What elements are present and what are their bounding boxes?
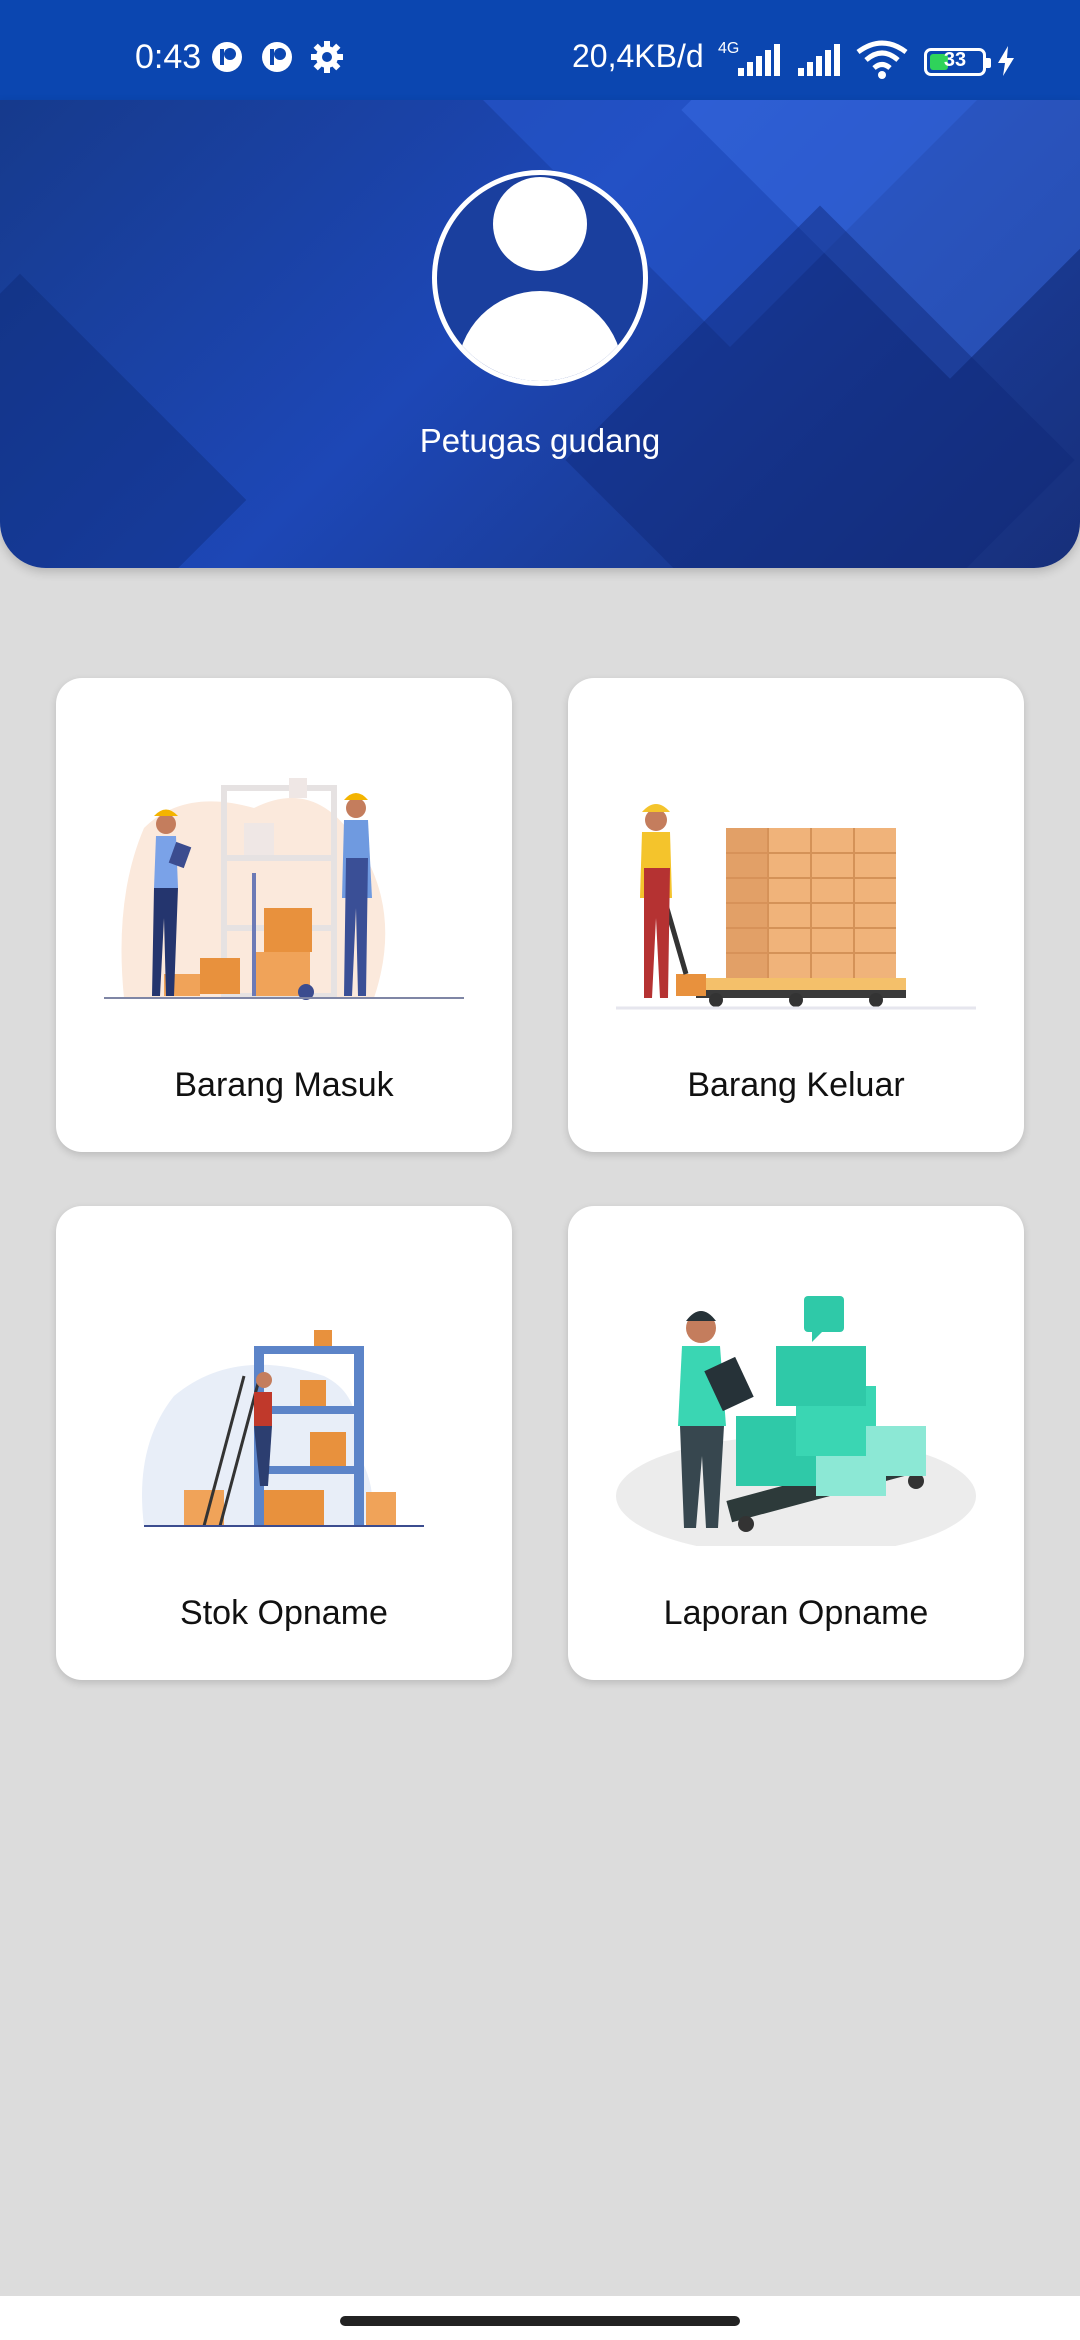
stok-opname-label: Stok Opname [180,1594,388,1632]
barang-keluar-card[interactable]: Barang Keluar [568,678,1024,1152]
barang-masuk-card[interactable]: Barang Masuk [56,678,512,1152]
charging-icon [996,46,1016,81]
laporan-opname-label: Laporan Opname [663,1594,929,1632]
battery-icon: 33 [924,48,991,76]
app-notification-icon [260,40,294,79]
wifi-icon [856,40,908,85]
warehouse-incoming-illustration [104,778,464,1000]
status-time: 0:43 [135,38,202,76]
barang-masuk-label: Barang Masuk [174,1066,394,1104]
gear-icon [310,40,344,79]
inventory-report-illustration [616,1296,976,1546]
navigation-bar [0,2296,1080,2340]
profile-header: Petugas gudang [0,100,1080,568]
home-gesture-handle[interactable] [340,2316,740,2326]
user-name: Petugas gudang [419,422,661,459]
laporan-opname-card[interactable]: Laporan Opname [568,1206,1024,1680]
stok-opname-card[interactable]: Stok Opname [56,1206,512,1680]
person-icon [493,177,587,271]
app-notification-icon [210,40,244,79]
ladder-shelf-illustration [142,1330,424,1527]
barang-keluar-label: Barang Keluar [687,1066,905,1104]
status-bar: 0:43 20,4KB/d 4G 33 [0,0,1080,100]
battery-level: 33 [943,49,967,71]
net-speed: 20,4KB/d [572,38,704,74]
signal-icon [716,44,786,83]
signal-icon [796,44,848,83]
avatar[interactable] [432,170,648,386]
pallet-jack-illustration [616,804,976,1010]
